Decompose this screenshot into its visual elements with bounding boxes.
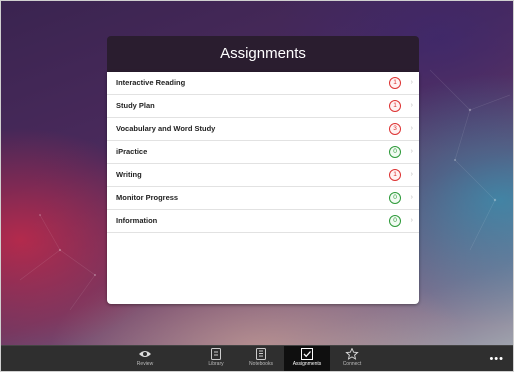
count-badge: 1 bbox=[389, 77, 401, 89]
chevron-right-icon: › bbox=[410, 194, 413, 201]
background: Assignments Interactive Reading 1 › Stud… bbox=[0, 0, 514, 372]
tab-label: Review bbox=[136, 361, 154, 367]
tab-label: Connect bbox=[342, 361, 362, 367]
item-label: Information bbox=[116, 216, 158, 225]
chevron-right-icon: › bbox=[410, 125, 413, 132]
item-label: Monitor Progress bbox=[116, 193, 179, 202]
chevron-right-icon: › bbox=[410, 102, 413, 109]
notebook-icon bbox=[256, 348, 266, 360]
list-item-vocabulary[interactable]: Vocabulary and Word Study 3 › bbox=[107, 118, 419, 141]
list-item-ipractice[interactable]: iPractice 0 › bbox=[107, 141, 419, 164]
more-menu-icon[interactable]: ••• bbox=[489, 353, 504, 365]
library-icon bbox=[211, 348, 221, 360]
count-badge: 0 bbox=[389, 215, 401, 227]
item-label: Vocabulary and Word Study bbox=[116, 124, 216, 133]
tab-label: Library bbox=[208, 361, 224, 367]
list-item-writing[interactable]: Writing 1 › bbox=[107, 164, 419, 187]
tab-label: Assignments bbox=[292, 361, 322, 367]
count-badge: 3 bbox=[389, 123, 401, 135]
list-item-information[interactable]: Information 0 › bbox=[107, 210, 419, 233]
chevron-right-icon: › bbox=[410, 171, 413, 178]
count-badge: 1 bbox=[389, 100, 401, 112]
tab-library[interactable]: Library bbox=[193, 346, 239, 372]
tab-assignments[interactable]: Assignments bbox=[284, 346, 330, 372]
list-item-study-plan[interactable]: Study Plan 1 › bbox=[107, 95, 419, 118]
item-label: iPractice bbox=[116, 147, 148, 156]
list-item-monitor-progress[interactable]: Monitor Progress 0 › bbox=[107, 187, 419, 210]
count-badge: 0 bbox=[389, 146, 401, 158]
panel-title: Assignments bbox=[107, 36, 419, 72]
item-label: Study Plan bbox=[116, 101, 155, 110]
star-icon bbox=[345, 348, 359, 360]
list-item-interactive-reading[interactable]: Interactive Reading 1 › bbox=[107, 72, 419, 95]
tab-connect[interactable]: Connect bbox=[329, 346, 375, 372]
tab-label: Notebooks bbox=[249, 361, 273, 367]
count-badge: 0 bbox=[389, 192, 401, 204]
tab-review[interactable]: Review bbox=[122, 346, 168, 372]
item-label: Writing bbox=[116, 170, 142, 179]
count-badge: 1 bbox=[389, 169, 401, 181]
chevron-right-icon: › bbox=[410, 79, 413, 86]
chevron-right-icon: › bbox=[410, 148, 413, 155]
item-label: Interactive Reading bbox=[116, 78, 186, 87]
assignments-panel: Assignments Interactive Reading 1 › Stud… bbox=[107, 36, 419, 304]
chevron-right-icon: › bbox=[410, 217, 413, 224]
eye-icon bbox=[139, 351, 151, 357]
assignments-list: Interactive Reading 1 › Study Plan 1 › V… bbox=[107, 72, 419, 304]
tab-bar: Review Library Notebooks Assignments Con… bbox=[0, 345, 514, 372]
checkbox-icon bbox=[301, 348, 313, 360]
tab-notebooks[interactable]: Notebooks bbox=[238, 346, 284, 372]
